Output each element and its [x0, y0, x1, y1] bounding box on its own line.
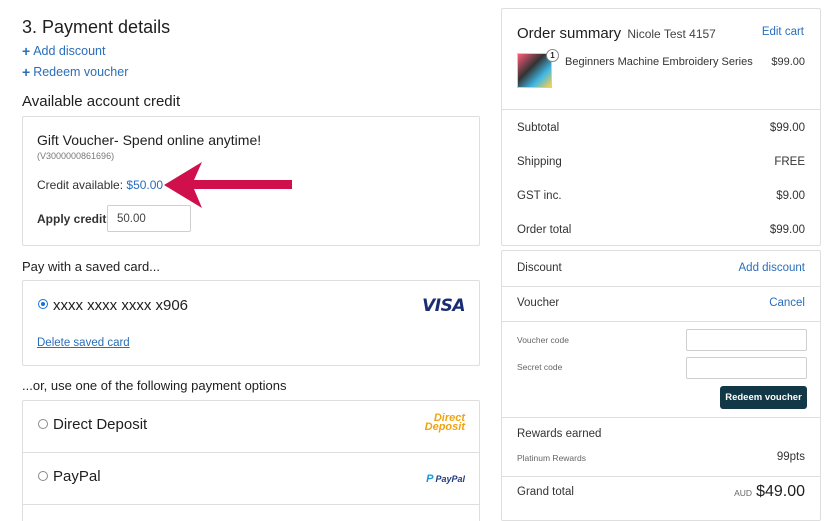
divider: [502, 476, 820, 477]
item-name: Beginners Machine Embroidery Series: [565, 56, 753, 68]
discounts-box: Discount Add discount Voucher Cancel Vou…: [501, 250, 821, 521]
divider: [502, 109, 820, 110]
shipping-label: Shipping: [517, 156, 562, 168]
subtotal-value: $99.00: [769, 122, 805, 134]
redeem-voucher-link[interactable]: + Redeem voucher: [22, 65, 128, 79]
quantity-badge: 1: [546, 49, 559, 62]
option-label: PayPal: [53, 468, 101, 485]
section-title: 3. Payment details: [22, 17, 171, 37]
divider: [502, 417, 820, 418]
secret-code-label: Secret code: [517, 362, 563, 372]
item-price: $99.00: [771, 56, 805, 68]
apply-credit-label: Apply credit: [37, 212, 107, 226]
credit-label: Credit available:: [37, 178, 124, 192]
rewards-tier: Platinum Rewards: [517, 453, 586, 463]
subtotal-label: Subtotal: [517, 122, 560, 134]
shipping-value: FREE: [774, 156, 805, 168]
voucher-label: Voucher: [517, 297, 560, 309]
secret-code-input[interactable]: [686, 357, 807, 379]
payment-option-direct-deposit[interactable]: Direct Deposit Direct Deposit: [23, 401, 479, 453]
credit-available: Credit available: $50.00: [37, 178, 163, 192]
gst-value: $9.00: [776, 190, 805, 202]
order-total-value: $99.00: [769, 224, 805, 236]
rewards-points: 99pts: [776, 451, 805, 463]
grand-total: AUD $49.00: [734, 483, 805, 501]
paypal-radio[interactable]: [38, 471, 48, 481]
order-summary-panel: Order summary Nicole Test 4157 Edit cart…: [501, 8, 821, 521]
saved-card-box: xxxx xxxx xxxx x906 VISA Delete saved ca…: [22, 280, 480, 366]
order-total-label: Order total: [517, 224, 572, 236]
currency-label: AUD: [734, 488, 753, 498]
direct-deposit-radio[interactable]: [38, 419, 48, 429]
grand-total-value: $49.00: [756, 483, 805, 500]
voucher-code-label: Voucher code: [517, 335, 569, 345]
redeem-voucher-label: Redeem voucher: [33, 65, 129, 79]
available-credit-heading: Available account credit: [22, 93, 181, 110]
paypal-logo-icon: P PayPal: [426, 473, 465, 485]
divider: [502, 321, 820, 322]
credit-title: Gift Voucher- Spend online anytime!: [37, 132, 262, 148]
credit-code: (V3000000861696): [37, 151, 115, 161]
annotation-arrow-icon: [164, 162, 292, 208]
saved-card-radio[interactable]: [38, 299, 48, 309]
plus-icon: +: [22, 43, 31, 59]
rewards-label: Rewards earned: [517, 428, 602, 440]
order-summary-box: Order summary Nicole Test 4157 Edit cart…: [501, 8, 821, 246]
payment-option-paypal[interactable]: PayPal P PayPal: [23, 453, 479, 505]
card-number: xxxx xxxx xxxx x906: [53, 297, 189, 314]
direct-deposit-logo-icon: Direct Deposit: [424, 412, 465, 433]
add-discount-label: Add discount: [33, 44, 106, 58]
divider: [502, 286, 820, 287]
order-summary-title: Order summary Nicole Test 4157: [517, 25, 716, 42]
saved-card-heading: Pay with a saved card...: [22, 259, 161, 274]
visa-logo-icon: VISA: [422, 296, 465, 316]
voucher-code-input[interactable]: [686, 329, 807, 351]
add-discount-link[interactable]: Add discount: [739, 262, 806, 274]
edit-cart-link[interactable]: Edit cart: [762, 26, 804, 38]
discount-label: Discount: [517, 262, 562, 274]
plus-icon: +: [22, 64, 31, 80]
credit-amount: $50.00: [126, 178, 164, 192]
payment-options-box: Direct Deposit Direct Deposit PayPal P Pa…: [22, 400, 480, 521]
payment-options-heading: ...or, use one of the following payment …: [22, 378, 287, 393]
grand-total-label: Grand total: [517, 486, 574, 498]
customer-name: Nicole Test 4157: [627, 27, 716, 41]
option-label: Direct Deposit: [53, 416, 148, 433]
add-discount-link[interactable]: + Add discount: [22, 44, 105, 58]
cancel-voucher-link[interactable]: Cancel: [769, 297, 805, 309]
gst-label: GST inc.: [517, 190, 562, 202]
delete-saved-card-link[interactable]: Delete saved card: [37, 337, 130, 349]
redeem-voucher-button[interactable]: Redeem voucher: [720, 386, 807, 409]
payment-details-panel: 3. Payment details + Add discount + Rede…: [22, 0, 480, 521]
